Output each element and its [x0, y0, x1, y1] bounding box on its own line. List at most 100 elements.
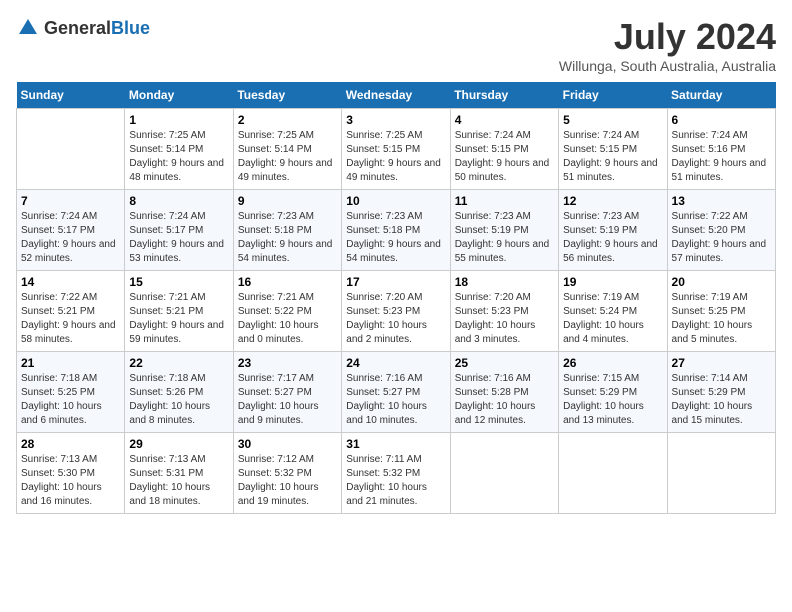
- calendar-week-row: 7Sunrise: 7:24 AMSunset: 5:17 PMDaylight…: [17, 190, 776, 271]
- day-info: Sunrise: 7:21 AMSunset: 5:21 PMDaylight:…: [129, 291, 228, 347]
- logo-icon: [16, 16, 40, 40]
- day-number: 1: [129, 113, 228, 127]
- day-info: Sunrise: 7:19 AMSunset: 5:24 PMDaylight:…: [563, 291, 662, 347]
- day-info: Sunrise: 7:23 AMSunset: 5:19 PMDaylight:…: [455, 210, 554, 266]
- calendar-cell: 26Sunrise: 7:15 AMSunset: 5:29 PMDayligh…: [559, 352, 667, 433]
- day-info: Sunrise: 7:20 AMSunset: 5:23 PMDaylight:…: [346, 291, 445, 347]
- day-info: Sunrise: 7:23 AMSunset: 5:19 PMDaylight:…: [563, 210, 662, 266]
- day-info: Sunrise: 7:22 AMSunset: 5:21 PMDaylight:…: [21, 291, 120, 347]
- day-info: Sunrise: 7:18 AMSunset: 5:26 PMDaylight:…: [129, 372, 228, 428]
- day-info: Sunrise: 7:14 AMSunset: 5:29 PMDaylight:…: [672, 372, 771, 428]
- day-info: Sunrise: 7:19 AMSunset: 5:25 PMDaylight:…: [672, 291, 771, 347]
- day-info: Sunrise: 7:21 AMSunset: 5:22 PMDaylight:…: [238, 291, 337, 347]
- day-number: 9: [238, 194, 337, 208]
- day-info: Sunrise: 7:20 AMSunset: 5:23 PMDaylight:…: [455, 291, 554, 347]
- calendar-cell: 12 Sunrise: 7:23 AMSunset: 5:19 PMDayligh…: [559, 190, 667, 271]
- day-info: Sunrise: 7:24 AMSunset: 5:15 PMDaylight:…: [455, 129, 554, 185]
- location-title: Willunga, South Australia, Australia: [559, 58, 776, 74]
- day-number: 26: [563, 356, 662, 370]
- calendar-cell: 25 Sunrise: 7:16 AMSunset: 5:28 PMDayligh…: [450, 352, 558, 433]
- day-header: Thursday: [450, 82, 558, 109]
- day-info: Sunrise: 7:12 AMSunset: 5:32 PMDaylight:…: [238, 453, 337, 509]
- day-info: Sunrise: 7:16 AMSunset: 5:28 PMDaylight:…: [455, 372, 554, 428]
- day-info: Sunrise: 7:23 AMSunset: 5:18 PMDaylight:…: [238, 210, 337, 266]
- day-info: Sunrise: 7:25 AMSunset: 5:14 PMDaylight:…: [238, 129, 337, 185]
- day-number: 30: [238, 437, 337, 451]
- day-info: Sunrise: 7:22 AMSunset: 5:20 PMDaylight:…: [672, 210, 771, 266]
- logo: GeneralBlue: [16, 16, 150, 40]
- day-header: Tuesday: [233, 82, 341, 109]
- calendar-cell: 11 Sunrise: 7:23 AMSunset: 5:19 PMDayligh…: [450, 190, 558, 271]
- calendar-cell: 17 Sunrise: 7:20 AMSunset: 5:23 PMDayligh…: [342, 271, 450, 352]
- calendar-cell: 10Sunrise: 7:23 AMSunset: 5:18 PMDayligh…: [342, 190, 450, 271]
- day-number: 29: [129, 437, 228, 451]
- day-info: Sunrise: 7:17 AMSunset: 5:27 PMDaylight:…: [238, 372, 337, 428]
- day-number: 4: [455, 113, 554, 127]
- day-number: 17: [346, 275, 445, 289]
- calendar-week-row: 1 Sunrise: 7:25 AMSunset: 5:14 PMDaylight…: [17, 109, 776, 190]
- day-number: 18: [455, 275, 554, 289]
- day-number: 15: [129, 275, 228, 289]
- day-info: Sunrise: 7:13 AMSunset: 5:30 PMDaylight:…: [21, 453, 120, 509]
- calendar-cell: 16Sunrise: 7:21 AMSunset: 5:22 PMDayligh…: [233, 271, 341, 352]
- logo-text-blue: Blue: [111, 18, 150, 38]
- day-number: 24: [346, 356, 445, 370]
- day-number: 7: [21, 194, 120, 208]
- day-number: 22: [129, 356, 228, 370]
- calendar-cell: 20 Sunrise: 7:19 AMSunset: 5:25 PMDayligh…: [667, 271, 775, 352]
- calendar-table: SundayMondayTuesdayWednesdayThursdayFrid…: [16, 82, 776, 514]
- day-number: 8: [129, 194, 228, 208]
- day-number: 31: [346, 437, 445, 451]
- calendar-cell: 18 Sunrise: 7:20 AMSunset: 5:23 PMDayligh…: [450, 271, 558, 352]
- calendar-cell: 19 Sunrise: 7:19 AMSunset: 5:24 PMDayligh…: [559, 271, 667, 352]
- day-number: 21: [21, 356, 120, 370]
- calendar-week-row: 21 Sunrise: 7:18 AMSunset: 5:25 PMDayligh…: [17, 352, 776, 433]
- day-number: 5: [563, 113, 662, 127]
- day-number: 2: [238, 113, 337, 127]
- calendar-cell: 9 Sunrise: 7:23 AMSunset: 5:18 PMDaylight…: [233, 190, 341, 271]
- day-info: Sunrise: 7:13 AMSunset: 5:31 PMDaylight:…: [129, 453, 228, 509]
- day-number: 28: [21, 437, 120, 451]
- calendar-cell: 13 Sunrise: 7:22 AMSunset: 5:20 PMDayligh…: [667, 190, 775, 271]
- calendar-cell: 27Sunrise: 7:14 AMSunset: 5:29 PMDayligh…: [667, 352, 775, 433]
- day-info: Sunrise: 7:11 AMSunset: 5:32 PMDaylight:…: [346, 453, 445, 509]
- calendar-cell: 28 Sunrise: 7:13 AMSunset: 5:30 PMDayligh…: [17, 433, 125, 514]
- calendar-cell: 15 Sunrise: 7:21 AMSunset: 5:21 PMDayligh…: [125, 271, 233, 352]
- calendar-cell: 2 Sunrise: 7:25 AMSunset: 5:14 PMDaylight…: [233, 109, 341, 190]
- logo-text-general: General: [44, 18, 111, 38]
- day-info: Sunrise: 7:24 AMSunset: 5:16 PMDaylight:…: [672, 129, 771, 185]
- day-header: Saturday: [667, 82, 775, 109]
- calendar-cell: [17, 109, 125, 190]
- day-number: 10: [346, 194, 445, 208]
- calendar-cell: 3 Sunrise: 7:25 AMSunset: 5:15 PMDaylight…: [342, 109, 450, 190]
- day-number: 19: [563, 275, 662, 289]
- day-info: Sunrise: 7:25 AMSunset: 5:15 PMDaylight:…: [346, 129, 445, 185]
- calendar-cell: 22 Sunrise: 7:18 AMSunset: 5:26 PMDayligh…: [125, 352, 233, 433]
- calendar-week-row: 14Sunrise: 7:22 AMSunset: 5:21 PMDayligh…: [17, 271, 776, 352]
- day-number: 25: [455, 356, 554, 370]
- day-number: 20: [672, 275, 771, 289]
- day-info: Sunrise: 7:16 AMSunset: 5:27 PMDaylight:…: [346, 372, 445, 428]
- header-row: SundayMondayTuesdayWednesdayThursdayFrid…: [17, 82, 776, 109]
- calendar-cell: 23 Sunrise: 7:17 AMSunset: 5:27 PMDayligh…: [233, 352, 341, 433]
- calendar-week-row: 28 Sunrise: 7:13 AMSunset: 5:30 PMDayligh…: [17, 433, 776, 514]
- calendar-cell: [667, 433, 775, 514]
- day-info: Sunrise: 7:25 AMSunset: 5:14 PMDaylight:…: [129, 129, 228, 185]
- day-number: 23: [238, 356, 337, 370]
- day-info: Sunrise: 7:18 AMSunset: 5:25 PMDaylight:…: [21, 372, 120, 428]
- calendar-cell: [450, 433, 558, 514]
- calendar-cell: [559, 433, 667, 514]
- day-number: 6: [672, 113, 771, 127]
- month-title: July 2024: [559, 16, 776, 58]
- day-number: 12: [563, 194, 662, 208]
- day-number: 13: [672, 194, 771, 208]
- calendar-cell: 4 Sunrise: 7:24 AMSunset: 5:15 PMDaylight…: [450, 109, 558, 190]
- calendar-cell: 24 Sunrise: 7:16 AMSunset: 5:27 PMDayligh…: [342, 352, 450, 433]
- day-header: Monday: [125, 82, 233, 109]
- day-number: 11: [455, 194, 554, 208]
- day-info: Sunrise: 7:24 AMSunset: 5:15 PMDaylight:…: [563, 129, 662, 185]
- header: GeneralBlue July 2024 Willunga, South Au…: [16, 16, 776, 74]
- calendar-cell: 7Sunrise: 7:24 AMSunset: 5:17 PMDaylight…: [17, 190, 125, 271]
- calendar-cell: 1 Sunrise: 7:25 AMSunset: 5:14 PMDaylight…: [125, 109, 233, 190]
- day-number: 3: [346, 113, 445, 127]
